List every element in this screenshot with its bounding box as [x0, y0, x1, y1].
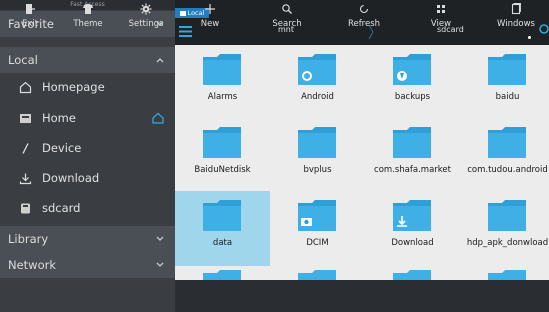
- exit-button[interactable]: Exit: [0, 0, 60, 32]
- search-icon: [282, 4, 292, 14]
- folder-icon: [298, 54, 336, 85]
- folder-partial-icon: [298, 270, 336, 280]
- refresh-button[interactable]: Refresh: [334, 0, 394, 32]
- view-button[interactable]: View: [411, 0, 471, 32]
- folder-name: baidu: [495, 92, 520, 102]
- folder-icon: [488, 127, 526, 158]
- folder-name: BaiduNetdisk: [194, 165, 251, 175]
- section-network-label: Network: [8, 258, 57, 272]
- home-outline-icon: [18, 80, 32, 94]
- folder-item[interactable]: bvplus: [270, 118, 365, 191]
- folder-name: hdp_apk_donwload: [466, 238, 549, 248]
- folder-name: data: [212, 238, 233, 248]
- sidebar-item-device[interactable]: Device: [0, 133, 175, 163]
- folder-icon: [488, 54, 526, 85]
- file-grid: Alarms Android backups baidu BaiduNetdisk bvp…: [175, 45, 549, 280]
- folder-name: Download: [391, 238, 434, 248]
- folder-item[interactable]: baidu: [460, 45, 549, 118]
- folder-icon: [203, 127, 241, 158]
- exit-icon: [26, 4, 35, 14]
- settings-icon: [140, 3, 152, 15]
- section-local-label: Local: [8, 53, 38, 67]
- new-label: New: [200, 19, 220, 29]
- chevron-up-icon: [156, 58, 164, 63]
- sidebar-item-label: Home: [42, 111, 76, 125]
- folder-name: backups: [394, 92, 431, 102]
- windows-icon: [511, 3, 521, 15]
- folder-partial-icon: [488, 270, 526, 280]
- sidebar: Fast Access Favorite Local Homepage Home…: [0, 0, 175, 312]
- sidebar-toolbar: [0, 280, 175, 312]
- windows-label: Windows: [497, 19, 535, 29]
- section-local[interactable]: Local: [0, 47, 175, 73]
- plus-icon: [205, 4, 215, 14]
- folder-name: DCIM: [306, 238, 329, 248]
- search-label: Search: [272, 19, 302, 29]
- sidebar-item-label: Homepage: [42, 80, 105, 94]
- section-library[interactable]: Library: [0, 226, 175, 252]
- grid-icon: [437, 5, 445, 13]
- download-icon: [18, 171, 32, 185]
- chevron-down-icon: [156, 236, 164, 241]
- theme-button[interactable]: Theme: [58, 0, 118, 32]
- settings-label: Settings: [128, 19, 164, 29]
- folder-item[interactable]: data: [175, 191, 270, 264]
- folder-icon: [393, 200, 431, 231]
- folder-item[interactable]: hdp_apk_donwload: [460, 191, 549, 264]
- folder-item[interactable]: backups: [365, 45, 460, 118]
- folder-partial-icon: [393, 270, 431, 280]
- slash-icon: [18, 141, 32, 155]
- chevron-down-icon: [156, 262, 164, 267]
- folder-name: com.tudou.android: [467, 165, 548, 175]
- home-link-icon[interactable]: [151, 111, 165, 125]
- folder-icon: [393, 127, 431, 158]
- folder-item[interactable]: com.tudou.android: [460, 118, 549, 191]
- refresh-label: Refresh: [347, 19, 381, 29]
- folder-icon: [393, 54, 431, 85]
- folder-icon: [298, 127, 336, 158]
- backup-icon: [397, 71, 407, 81]
- sidebar-item-label: sdcard: [42, 201, 81, 215]
- refresh-icon: [359, 4, 369, 14]
- folder-name: com.shafa.market: [374, 165, 451, 175]
- folder-item[interactable]: Alarms: [175, 45, 270, 118]
- exit-label: Exit: [21, 19, 39, 29]
- folder-icon: [203, 200, 241, 231]
- theme-label: Theme: [73, 19, 103, 29]
- settings-button[interactable]: Settings: [116, 0, 176, 32]
- folder-item[interactable]: Android: [270, 45, 365, 118]
- sidebar-item-download[interactable]: Download: [0, 163, 175, 193]
- folder-item[interactable]: DCIM: [270, 191, 365, 264]
- sdcard-icon: [18, 201, 32, 215]
- folder-icon: [298, 200, 336, 231]
- folder-item[interactable]: BaiduNetdisk: [175, 118, 270, 191]
- sidebar-item-home[interactable]: Home: [0, 103, 175, 133]
- sidebar-item-homepage[interactable]: Homepage: [0, 72, 175, 102]
- path-indicator: [528, 36, 531, 39]
- folder-icon: [203, 54, 241, 85]
- sidebar-item-label: Device: [42, 141, 82, 155]
- windows-button[interactable]: Windows: [486, 0, 546, 32]
- view-label: View: [430, 19, 452, 29]
- folder-name: Android: [301, 92, 334, 102]
- search-button[interactable]: Search: [257, 0, 317, 32]
- folder-item[interactable]: com.shafa.market: [365, 118, 460, 191]
- folder-icon: [488, 200, 526, 231]
- sidebar-item-sdcard[interactable]: sdcard: [0, 193, 175, 223]
- sidebar-item-label: Download: [42, 171, 100, 185]
- folder-name: Alarms: [207, 92, 238, 102]
- drive-icon: [18, 111, 32, 125]
- camera-icon: [301, 218, 312, 226]
- folder-partial-icon: [203, 270, 241, 280]
- folder-item[interactable]: Download: [365, 191, 460, 264]
- section-network[interactable]: Network: [0, 252, 175, 278]
- section-library-label: Library: [8, 232, 49, 246]
- shirt-icon: [83, 4, 93, 14]
- folder-name: bvplus: [303, 165, 332, 175]
- new-button[interactable]: New: [180, 0, 240, 32]
